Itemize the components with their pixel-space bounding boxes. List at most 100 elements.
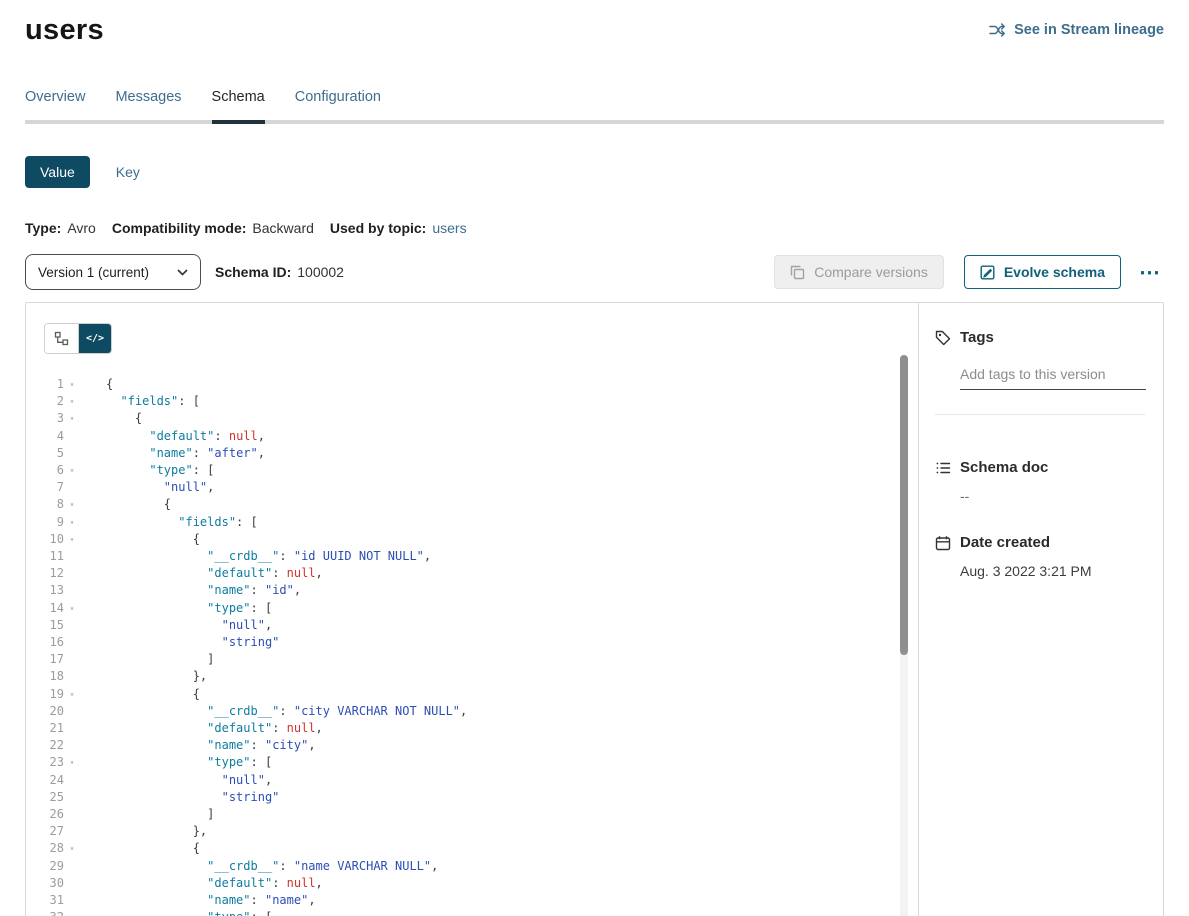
fold-spacer: [64, 634, 80, 651]
line-number: 21: [26, 720, 64, 737]
line-number: 15: [26, 617, 64, 634]
fold-spacer: [64, 651, 80, 668]
version-bar: Version 1 (current) Schema ID: 100002 Co…: [25, 254, 1164, 290]
version-select[interactable]: Version 1 (current): [25, 254, 201, 290]
code-text: "null",: [80, 772, 272, 789]
line-number: 2: [26, 393, 64, 410]
line-number: 6: [26, 462, 64, 479]
compare-versions-button[interactable]: Compare versions: [774, 255, 944, 289]
tags-section-header: Tags: [935, 329, 1145, 346]
fold-spacer: [64, 703, 80, 720]
fold-toggle-icon[interactable]: ▾: [64, 840, 80, 857]
fold-spacer: [64, 548, 80, 565]
fold-toggle-icon[interactable]: ▾: [64, 600, 80, 617]
tab-configuration[interactable]: Configuration: [295, 89, 381, 120]
used-by-topic-label: Used by topic:: [330, 220, 426, 236]
line-number: 8: [26, 496, 64, 513]
scrollbar-thumb[interactable]: [900, 355, 908, 655]
fold-toggle-icon[interactable]: ▾: [64, 376, 80, 393]
stream-lineage-link[interactable]: See in Stream lineage: [989, 22, 1164, 38]
code-line: 27 },: [26, 823, 918, 840]
fold-spacer: [64, 789, 80, 806]
fold-toggle-icon[interactable]: ▾: [64, 686, 80, 703]
fold-toggle-icon[interactable]: ▾: [64, 462, 80, 479]
add-tag-input[interactable]: [960, 366, 1146, 390]
code-text: "name": "after",: [80, 445, 265, 462]
code-line: 4 "default": null,: [26, 428, 918, 445]
more-options-button[interactable]: ⋯: [1137, 258, 1164, 287]
chevron-down-icon: [177, 269, 188, 276]
evolve-schema-button[interactable]: Evolve schema: [964, 255, 1121, 289]
schema-code-editor[interactable]: 1▾{2▾ "fields": [3▾ {4 "default": null,5…: [26, 376, 918, 916]
code-text: {: [80, 496, 171, 513]
schema-editor-pane: </> 1▾{2▾ "fields": [3▾ {4 "default": nu…: [26, 303, 918, 916]
used-by-topic-group: Used by topic: users: [330, 220, 467, 236]
evolve-schema-label: Evolve schema: [1004, 264, 1105, 280]
line-number: 30: [26, 875, 64, 892]
fold-spacer: [64, 582, 80, 599]
code-line: 14▾ "type": [: [26, 600, 918, 617]
code-line: 13 "name": "id",: [26, 582, 918, 599]
code-line: 28▾ {: [26, 840, 918, 857]
line-number: 25: [26, 789, 64, 806]
code-view-button[interactable]: </>: [78, 324, 111, 353]
line-number: 24: [26, 772, 64, 789]
value-toggle-button[interactable]: Value: [25, 156, 90, 188]
code-line: 23▾ "type": [: [26, 754, 918, 771]
editor-scrollbar[interactable]: [900, 355, 908, 916]
code-text: ]: [80, 651, 214, 668]
tab-overview[interactable]: Overview: [25, 89, 85, 120]
code-text: "default": null,: [80, 720, 323, 737]
fold-toggle-icon[interactable]: ▾: [64, 410, 80, 427]
code-line: 29 "__crdb__": "name VARCHAR NULL",: [26, 858, 918, 875]
code-line: 8▾ {: [26, 496, 918, 513]
code-text: "type": [: [80, 462, 214, 479]
tree-view-icon: [54, 331, 69, 346]
tab-messages[interactable]: Messages: [115, 89, 181, 120]
code-line: 30 "default": null,: [26, 875, 918, 892]
code-line: 1▾{: [26, 376, 918, 393]
code-line: 17 ]: [26, 651, 918, 668]
schema-id-group: Schema ID: 100002: [215, 264, 344, 280]
fold-toggle-icon[interactable]: ▾: [64, 531, 80, 548]
key-toggle-button[interactable]: Key: [116, 164, 140, 180]
fold-toggle-icon[interactable]: ▾: [64, 393, 80, 410]
code-text: "default": null,: [80, 565, 323, 582]
fold-spacer: [64, 875, 80, 892]
compare-icon: [790, 265, 805, 280]
details-sidebar: Tags Schema doc -- Date created Aug. 3 2…: [918, 303, 1163, 916]
type-label: Type:: [25, 220, 61, 236]
line-number: 10: [26, 531, 64, 548]
code-line: 31 "name": "name",: [26, 892, 918, 909]
code-line: 32▾ "type": [: [26, 909, 918, 916]
code-line: 15 "null",: [26, 617, 918, 634]
fold-toggle-icon[interactable]: ▾: [64, 514, 80, 531]
line-number: 28: [26, 840, 64, 857]
code-text: {: [80, 840, 200, 857]
tab-bar-rule: [25, 120, 1164, 124]
schema-doc-value: --: [960, 488, 1145, 504]
code-view-icon: </>: [86, 333, 104, 344]
fold-toggle-icon[interactable]: ▾: [64, 909, 80, 916]
fold-toggle-icon[interactable]: ▾: [64, 754, 80, 771]
line-number: 31: [26, 892, 64, 909]
code-text: },: [80, 668, 207, 685]
compatibility-value: Backward: [252, 220, 313, 236]
line-number: 11: [26, 548, 64, 565]
line-number: 12: [26, 565, 64, 582]
schema-meta: Type: Avro Compatibility mode: Backward …: [25, 220, 1164, 236]
editor-view-toggle: </>: [44, 323, 112, 354]
code-line: 7 "null",: [26, 479, 918, 496]
stream-lineage-icon: [989, 23, 1006, 37]
fold-toggle-icon[interactable]: ▾: [64, 496, 80, 513]
line-number: 17: [26, 651, 64, 668]
code-text: {: [80, 410, 142, 427]
tree-view-button[interactable]: [45, 324, 78, 353]
fold-spacer: [64, 823, 80, 840]
topic-link[interactable]: users: [432, 220, 466, 236]
code-line: 9▾ "fields": [: [26, 514, 918, 531]
fold-spacer: [64, 617, 80, 634]
tab-schema[interactable]: Schema: [212, 89, 265, 120]
code-line: 12 "default": null,: [26, 565, 918, 582]
fold-spacer: [64, 892, 80, 909]
